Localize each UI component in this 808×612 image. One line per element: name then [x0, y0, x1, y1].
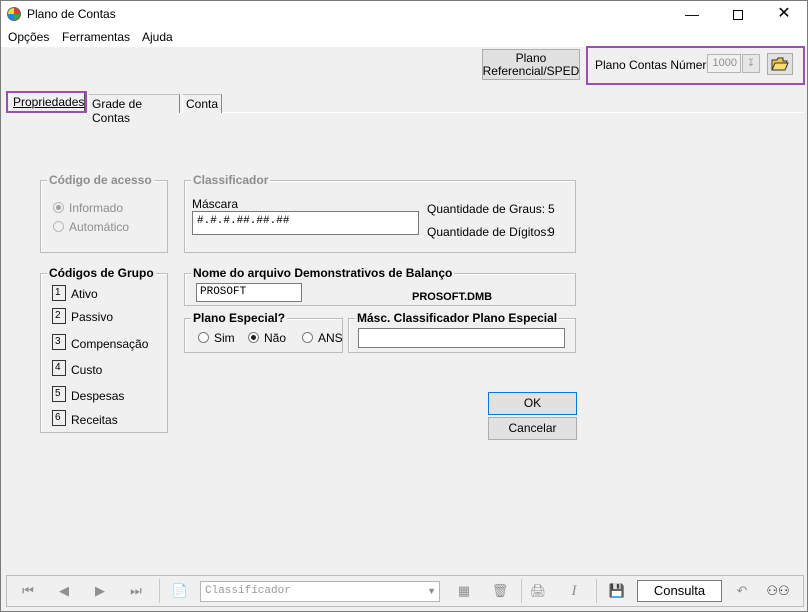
plano-referencial-line1: Plano	[515, 50, 547, 65]
title-bar: Plano de Contas — ✕	[1, 1, 807, 27]
plano-referencial-button[interactable]: Plano Referencial/SPED	[482, 49, 580, 80]
plano-numero-spin-button[interactable]: ↧	[742, 54, 760, 73]
radio-sim[interactable]	[198, 332, 209, 343]
next-record-button[interactable]: ▶	[83, 579, 117, 603]
trash-icon: 🗑	[491, 583, 509, 598]
previous-record-button[interactable]: ◀	[47, 579, 81, 603]
tab-grade-de-contas[interactable]: Grade de Contas	[88, 94, 180, 125]
separator	[159, 579, 160, 603]
classificador-combo[interactable]: Classificador ▼	[200, 581, 440, 602]
chevron-down-icon: ▼	[427, 586, 436, 596]
sim-label: Sim	[214, 331, 235, 345]
download-arrow-icon: ↧	[746, 58, 756, 69]
radio-automatico[interactable]	[53, 221, 64, 232]
undo-icon: ↶	[736, 583, 748, 598]
previous-icon: ◀	[59, 583, 69, 598]
digitos-value: 9	[548, 225, 555, 239]
menu-opcoes[interactable]: Opções	[8, 30, 49, 44]
save-button[interactable]: 💾	[600, 579, 634, 603]
grupo-label-3: Compensação	[71, 337, 149, 351]
radio-nao[interactable]	[248, 332, 259, 343]
plano-referencial-line2: Referencial/SPED	[482, 63, 580, 78]
grupo-label-2: Passivo	[71, 310, 114, 324]
codigo-acesso-title: Código de acesso	[47, 173, 154, 187]
undo-button[interactable]: ↶	[725, 579, 759, 603]
codigos-grupo-title: Códigos de Grupo	[47, 266, 156, 280]
grupo-label-5: Despesas	[71, 389, 125, 403]
nao-label: Não	[264, 331, 287, 345]
grupo-num-1[interactable]: 1	[52, 285, 66, 301]
masc-especial-input[interactable]	[358, 328, 565, 348]
print-button[interactable]: 🖨	[521, 579, 555, 603]
mascara-input[interactable]: #.#.#.##.##.##	[192, 211, 419, 235]
informado-label: Informado	[69, 201, 124, 215]
classificador-title: Classificador	[191, 173, 271, 187]
grupo-num-4[interactable]: 4	[52, 360, 66, 376]
menu-bar: Opções Ferramentas Ajuda	[1, 27, 807, 47]
first-record-icon: ⏮	[22, 583, 34, 598]
bottom-toolbar: ⏮ ◀ ▶ ⏭ 📄 Classificador ▼ ▦ 🗑 🖨 I 💾 Cons…	[6, 575, 804, 607]
automatico-label: Automático	[69, 220, 130, 234]
binoculars-icon: ⚇⚇	[766, 583, 790, 598]
mascara-label: Máscara	[192, 197, 239, 211]
codigo-acesso-group: Código de acesso	[40, 173, 168, 253]
cancelar-label: Cancelar	[508, 421, 557, 435]
demonstrativos-filename: PROSOFT.DMB	[412, 291, 493, 303]
masc-especial-title: Másc. Classificador Plano Especial	[355, 311, 560, 325]
consulta-status: Consulta	[637, 580, 722, 602]
graus-label: Quantidade de Graus:	[427, 202, 546, 216]
radio-ans[interactable]	[302, 332, 313, 343]
close-button[interactable]: ✕	[761, 1, 807, 27]
app-icon	[7, 7, 21, 21]
printer-icon: 🖨	[529, 583, 547, 598]
plano-numero-label: Plano Contas Número	[595, 58, 714, 72]
minimize-button[interactable]: —	[669, 1, 715, 27]
grupo-num-6[interactable]: 6	[52, 410, 66, 426]
document-icon: 📄	[171, 583, 189, 598]
cancelar-button[interactable]: Cancelar	[488, 417, 577, 440]
separator	[596, 579, 597, 603]
maximize-icon	[733, 10, 743, 21]
grupo-label-1: Ativo	[71, 287, 98, 301]
ok-label: OK	[523, 396, 542, 410]
search-button[interactable]: ⚇⚇	[761, 579, 795, 603]
next-icon: ▶	[95, 583, 105, 598]
grupo-label-4: Custo	[71, 363, 103, 377]
plano-numero-input[interactable]: 1000	[707, 54, 741, 73]
grid-button[interactable]: ▦	[447, 579, 481, 603]
first-record-button[interactable]: ⏮	[11, 579, 45, 603]
maximize-button[interactable]	[715, 1, 761, 27]
last-record-button[interactable]: ⏭	[119, 579, 153, 603]
menu-ajuda[interactable]: Ajuda	[142, 30, 173, 44]
tab-conta-label: Conta	[186, 97, 219, 111]
classificador-combo-text: Classificador	[205, 585, 291, 597]
menu-ferramentas[interactable]: Ferramentas	[62, 30, 130, 44]
grupo-label-6: Receitas	[71, 413, 118, 427]
tab-conta[interactable]: Conta	[182, 94, 222, 113]
demonstrativos-input[interactable]: PROSOFT	[196, 283, 302, 302]
plano-especial-title: Plano Especial?	[191, 311, 288, 325]
ok-button[interactable]: OK	[488, 392, 577, 415]
tab-highlight	[6, 91, 87, 113]
new-document-button[interactable]: 📄	[163, 579, 197, 603]
tab-grade-label: Grade de Contas	[92, 97, 143, 125]
digitos-label: Quantidade de Dígitos:	[427, 225, 550, 239]
delete-button[interactable]: 🗑	[483, 579, 517, 603]
italic-icon: I	[571, 582, 577, 599]
grupo-num-3[interactable]: 3	[52, 334, 66, 350]
radio-informado[interactable]	[53, 202, 64, 213]
last-record-icon: ⏭	[130, 583, 142, 598]
window-title: Plano de Contas	[27, 7, 116, 21]
demonstrativos-title: Nome do arquivo Demonstrativos de Balanç…	[191, 266, 455, 280]
grid-icon: ▦	[457, 583, 471, 598]
open-folder-icon	[771, 57, 789, 71]
open-folder-button[interactable]	[767, 53, 793, 75]
italic-button[interactable]: I	[557, 579, 591, 603]
graus-value: 5	[548, 202, 555, 216]
save-icon: 💾	[608, 583, 626, 598]
grupo-num-2[interactable]: 2	[52, 308, 66, 324]
grupo-num-5[interactable]: 5	[52, 386, 66, 402]
ans-label: ANS	[318, 331, 343, 345]
main-window: Plano de Contas — ✕ Opções Ferramentas A…	[0, 0, 808, 612]
